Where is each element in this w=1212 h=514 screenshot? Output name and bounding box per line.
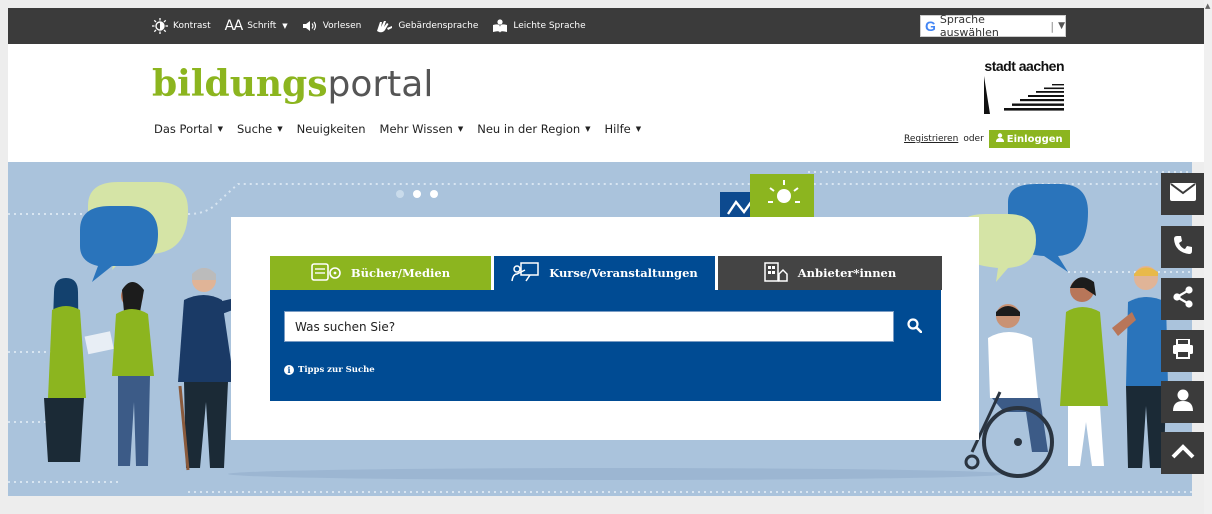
- info-icon: i: [284, 365, 294, 375]
- phone-icon: [1173, 235, 1193, 259]
- tab-label: Anbieter*innen: [797, 266, 897, 280]
- main-nav: Das Portal ▼ Suche ▼ Neuigkeiten Mehr Wiss…: [154, 122, 641, 136]
- contact-phone-button[interactable]: [1161, 226, 1205, 268]
- login-button[interactable]: Einloggen: [988, 130, 1070, 148]
- contrast-button[interactable]: Kontrast: [152, 18, 211, 34]
- sign-language-button[interactable]: Gebärdensprache: [375, 19, 478, 33]
- user-account-button[interactable]: [1161, 381, 1205, 423]
- chevron-up-icon: [1171, 443, 1195, 463]
- chevron-down-icon: ▼: [282, 22, 288, 30]
- people-left: [44, 268, 254, 471]
- share-icon: [1172, 286, 1194, 312]
- city-logo[interactable]: stadt aachen: [974, 58, 1065, 118]
- nav-item-das-portal[interactable]: Das Portal ▼: [154, 122, 223, 136]
- chevron-down-icon: ▼: [585, 125, 591, 133]
- nav-label: Suche: [236, 122, 273, 136]
- tab-books-media[interactable]: Bücher/Medien: [270, 256, 491, 290]
- print-icon: [1172, 338, 1194, 363]
- chevron-down-icon: ▼: [457, 125, 464, 133]
- tab-label: Bücher/Medien: [350, 266, 451, 280]
- nav-label: Mehr Wissen: [379, 122, 453, 136]
- language-select[interactable]: G Sprache auswählen | ▼: [920, 13, 1066, 39]
- accessibility-tools: Kontrast AA Schrift ▼ Vorlesen Gebärdens…: [152, 8, 586, 44]
- city-logo-text: stadt aachen: [984, 58, 1064, 74]
- search-tips-label: Tipps zur Suche: [298, 365, 375, 375]
- nav-label: Hilfe: [604, 122, 631, 136]
- search-icon: [906, 317, 922, 337]
- auth-links: Registrieren oder Einloggen: [904, 130, 1070, 148]
- user-icon: [1173, 389, 1193, 415]
- scroll-up-icon[interactable]: ▲: [1205, 2, 1210, 10]
- font-size-label: Schrift: [247, 21, 277, 31]
- print-button[interactable]: [1161, 330, 1205, 372]
- register-link[interactable]: Registrieren: [904, 134, 958, 144]
- nav-label: Neuigkeiten: [296, 122, 366, 136]
- site-header: bildungsportal Das Portal ▼ Suche ▼ Neuigk…: [8, 44, 1204, 162]
- nav-item-mehr-wissen[interactable]: Mehr Wissen ▼: [380, 122, 464, 136]
- user-icon: [995, 133, 1004, 145]
- tab-label: Kurse/Veranstaltungen: [549, 266, 698, 280]
- read-aloud-label: Vorlesen: [322, 21, 362, 31]
- easy-language-button[interactable]: Leichte Sprache: [492, 19, 586, 33]
- search-input[interactable]: Was suchen Sie?: [284, 311, 894, 342]
- sign-language-label: Gebärdensprache: [398, 21, 479, 31]
- font-size-button[interactable]: AA Schrift ▼: [225, 18, 288, 34]
- building-icon: [764, 261, 788, 285]
- login-label: Einloggen: [1006, 133, 1063, 145]
- nav-item-neuigkeiten[interactable]: Neuigkeiten: [297, 122, 366, 136]
- tab-courses-events[interactable]: Kurse/Veranstaltungen: [494, 256, 715, 290]
- google-translate-icon: G: [925, 18, 936, 34]
- share-button[interactable]: [1161, 278, 1205, 320]
- search-tips-link[interactable]: i Tipps zur Suche: [284, 365, 375, 375]
- chevron-down-icon: ▼: [217, 125, 223, 133]
- nav-item-hilfe[interactable]: Hilfe ▼: [605, 122, 642, 136]
- accessibility-bar: Kontrast AA Schrift ▼ Vorlesen Gebärdens…: [8, 8, 1204, 44]
- carousel-dots: [396, 190, 438, 198]
- easy-language-label: Leichte Sprache: [513, 21, 586, 31]
- easy-language-icon: [492, 19, 508, 33]
- tab-providers[interactable]: Anbieter*innen: [718, 256, 942, 290]
- city-logo-mark: [984, 76, 1064, 114]
- contact-mail-button[interactable]: [1161, 173, 1205, 215]
- font-size-icon: AA: [224, 18, 244, 34]
- nav-label: Neu in der Region: [477, 122, 581, 136]
- nav-label: Das Portal: [154, 122, 213, 136]
- language-select-label: Sprache auswählen: [939, 13, 999, 39]
- sign-language-icon: [375, 19, 393, 33]
- read-aloud-button[interactable]: Vorlesen: [302, 20, 362, 32]
- search-button[interactable]: [902, 315, 926, 339]
- chevron-down-icon: ▼: [635, 125, 642, 133]
- nav-item-suche[interactable]: Suche ▼: [237, 122, 283, 136]
- contrast-label: Kontrast: [173, 21, 211, 31]
- speaker-icon: [302, 20, 318, 32]
- search-panel: Was suchen Sie? i Tipps zur Suche: [270, 290, 941, 401]
- page-scrollbar[interactable]: ▲: [1204, 0, 1212, 514]
- chevron-down-icon: ▼: [1058, 21, 1065, 31]
- mail-icon: [1170, 183, 1196, 205]
- logo-part-bold: bildungs: [152, 63, 328, 105]
- media-icon: [311, 262, 341, 284]
- language-select-divider: |: [1050, 19, 1055, 33]
- people-right: [964, 266, 1168, 478]
- site-logo[interactable]: bildungsportal: [152, 64, 433, 105]
- nav-item-neu-in-der-region[interactable]: Neu in der Region ▼: [477, 122, 590, 136]
- presentation-icon: [511, 261, 539, 285]
- or-text: oder: [963, 134, 984, 144]
- scroll-top-button[interactable]: [1161, 432, 1205, 474]
- search-tabs: Bücher/Medien Kurse/Veranstaltungen Anbi…: [270, 256, 942, 290]
- logo-part-light: portal: [327, 64, 434, 105]
- contrast-icon: [152, 18, 168, 34]
- chevron-down-icon: ▼: [277, 125, 283, 133]
